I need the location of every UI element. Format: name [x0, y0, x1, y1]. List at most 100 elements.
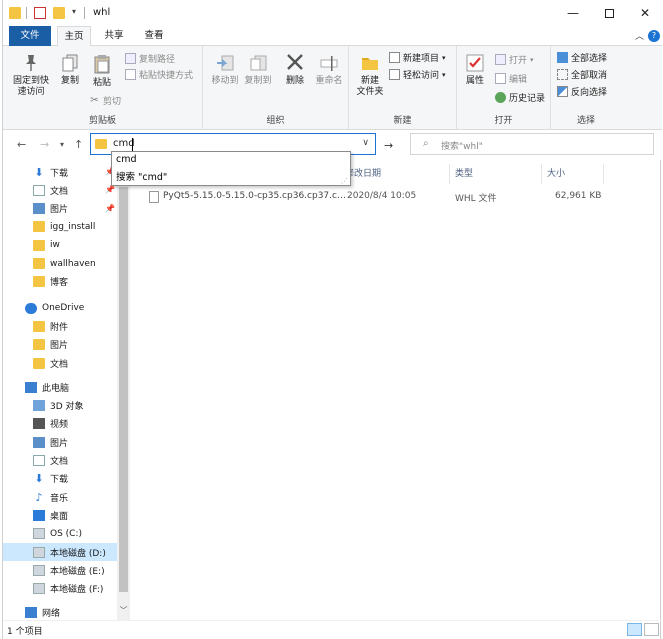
nav-item-qa-0[interactable]: ⬇ 下载 — [33, 163, 68, 181]
divider — [26, 7, 27, 19]
delete-button[interactable]: 删除 — [281, 52, 309, 87]
nav-item-pc-0[interactable]: 3D 对象 — [33, 397, 84, 415]
recent-locations-icon[interactable]: ▾ — [60, 140, 64, 149]
easy-access-button[interactable]: 轻松访问 ▾ — [389, 68, 446, 81]
nav-scrollbar[interactable]: ︿ ﹀ — [117, 165, 130, 620]
nav-item-pc-10[interactable]: 本地磁盘 (F:) — [33, 580, 103, 598]
tab-home[interactable]: 主页 — [57, 26, 91, 47]
new-folder-label: 新建 文件夹 — [356, 76, 384, 97]
nav-item-qa-3[interactable]: igg_install — [33, 218, 95, 236]
copy-to-button[interactable]: 复制到 — [242, 54, 274, 87]
large-icons-view-button[interactable] — [644, 623, 659, 636]
ribbon-tabs: 文件 主页 共享 查看 ︿ ? — [3, 26, 662, 47]
paste-shortcut-button[interactable]: 粘贴快捷方式 — [125, 68, 193, 81]
nav-item-label: 图片 — [50, 205, 69, 216]
nav-item-pc-1[interactable]: 视频 — [33, 415, 68, 433]
navigation-pane: ⬇ 下载 📌 文档 📌 图片 📌 igg_install iw wallhaven 博客 OneDri… — [3, 160, 131, 620]
history-button[interactable]: 历史记录 — [495, 91, 545, 104]
open-dropdown-icon: ▾ — [530, 55, 534, 64]
history-label: 历史记录 — [509, 94, 546, 104]
nav-item-label: 3D 对象 — [50, 402, 84, 413]
nav-item-pc-5[interactable]: ♪ 音乐 — [33, 488, 68, 506]
properties-checkbox-icon[interactable] — [34, 7, 46, 19]
autocomplete-option-search[interactable]: 搜索 "cmd" — [116, 169, 167, 183]
nav-item-qa-5[interactable]: wallhaven — [33, 255, 96, 273]
ribbon: 固定到快 速访问 复制 粘贴 复制路径 粘贴快捷方式 ✂ 剪切 剪贴板 移动到 … — [3, 46, 662, 130]
move-to-button[interactable]: 移动到 — [209, 54, 241, 87]
move-to-icon — [217, 55, 234, 71]
address-dropdown-icon[interactable]: ∨ — [362, 138, 369, 148]
cut-button[interactable]: ✂ 剪切 — [89, 94, 121, 107]
move-to-label: 移动到 — [211, 76, 239, 86]
forward-arrow-icon[interactable]: → — [40, 138, 49, 151]
nav-item-pc-8[interactable]: 本地磁盘 (D:) — [3, 543, 117, 561]
invert-selection-label: 反向选择 — [571, 88, 608, 98]
nav-item-pc-9[interactable]: 本地磁盘 (E:) — [33, 561, 105, 579]
easy-access-label: 轻松访问 — [403, 71, 440, 81]
nav-item-this-pc[interactable]: 此电脑 — [25, 378, 69, 396]
details-view-button[interactable] — [627, 623, 642, 636]
select-all-button[interactable]: 全部选择 — [557, 51, 607, 64]
go-arrow-icon[interactable]: → — [384, 139, 393, 152]
pin-to-quick-access-button[interactable]: 固定到快 速访问 — [11, 54, 51, 98]
column-size[interactable]: 大小 — [547, 166, 565, 182]
collapse-ribbon-icon[interactable]: ︿ — [635, 29, 644, 42]
back-arrow-icon[interactable]: ← — [17, 138, 26, 151]
nav-item-pc-4[interactable]: ⬇ 下载 — [33, 470, 68, 488]
drive-icon — [33, 583, 45, 595]
nav-item-qa-6[interactable]: 博客 — [33, 273, 68, 291]
folder-icon — [33, 357, 45, 369]
new-item-button[interactable]: 新建项目 ▾ — [389, 51, 446, 64]
nav-item-pc-3[interactable]: 文档 — [33, 452, 68, 470]
nav-item-onedrive-1[interactable]: 图片 — [33, 336, 68, 354]
minimize-button[interactable]: — — [555, 0, 591, 26]
nav-item-qa-4[interactable]: iw — [33, 236, 60, 254]
column-type[interactable]: 类型 — [455, 166, 473, 182]
open-button[interactable]: 打开 ▾ — [495, 53, 534, 66]
folder-icon — [33, 276, 45, 288]
nav-item-onedrive-0[interactable]: 附件 — [33, 317, 68, 335]
nav-item-label: 文档 — [50, 359, 69, 370]
paste-label: 粘贴 — [92, 78, 111, 88]
maximize-button[interactable] — [591, 0, 627, 26]
properties-button[interactable]: 属性 — [461, 52, 489, 87]
up-arrow-icon[interactable]: ↑ — [74, 138, 83, 151]
search-input[interactable]: ⌕ 搜索"whl" — [410, 133, 654, 155]
help-icon[interactable]: ? — [648, 30, 660, 42]
nav-item-label: 文档 — [50, 186, 69, 197]
tab-file[interactable]: 文件 — [9, 26, 51, 46]
resize-grip-icon[interactable]: ⋰ — [341, 177, 348, 185]
nav-item-pc-2[interactable]: 图片 — [33, 433, 68, 451]
drive-icon — [33, 546, 45, 558]
rename-button[interactable]: 重命名 — [313, 54, 345, 87]
edit-icon — [495, 73, 506, 84]
nav-item-qa-2[interactable]: 图片 — [33, 200, 68, 218]
nav-item-pc-6[interactable]: 桌面 — [33, 506, 68, 524]
new-folder-quick-icon[interactable] — [53, 7, 65, 19]
invert-selection-button[interactable]: 反向选择 — [557, 85, 607, 98]
close-button[interactable]: ✕ — [627, 0, 663, 26]
tab-share[interactable]: 共享 — [97, 26, 131, 46]
copy-button[interactable]: 复制 — [58, 54, 82, 87]
tab-view[interactable]: 查看 — [137, 26, 171, 46]
nav-item-qa-1[interactable]: 文档 — [33, 181, 68, 199]
scroll-down-icon[interactable]: ﹀ — [117, 605, 130, 616]
file-name: PyQt5-5.15.0-5.15.0-cp35.cp36.cp37.c… — [163, 191, 346, 201]
copy-path-button[interactable]: 复制路径 — [125, 52, 175, 65]
nav-item-label: 网络 — [42, 609, 61, 620]
scroll-thumb[interactable] — [119, 187, 128, 592]
open-label: 打开 — [509, 56, 528, 66]
quick-access-dropdown-icon[interactable]: ▾ — [72, 7, 76, 16]
paste-button[interactable]: 粘贴 — [90, 54, 114, 89]
paste-icon — [94, 55, 110, 74]
new-folder-button[interactable]: 新建 文件夹 — [353, 52, 387, 98]
edit-button[interactable]: 编辑 — [495, 72, 527, 85]
item-count: 1 个项目 — [7, 627, 43, 637]
nav-item-onedrive-2[interactable]: 文档 — [33, 354, 68, 372]
autocomplete-option-cmd[interactable]: cmd — [116, 154, 137, 165]
nav-item-pc-7[interactable]: OS (C:) — [33, 525, 82, 543]
nav-item-onedrive[interactable]: OneDrive — [25, 299, 84, 317]
select-none-button[interactable]: 全部取消 — [557, 68, 607, 81]
folder-icon — [33, 239, 45, 251]
table-row[interactable]: PyQt5-5.15.0-5.15.0-cp35.cp36.cp37.c… 20… — [131, 189, 631, 205]
